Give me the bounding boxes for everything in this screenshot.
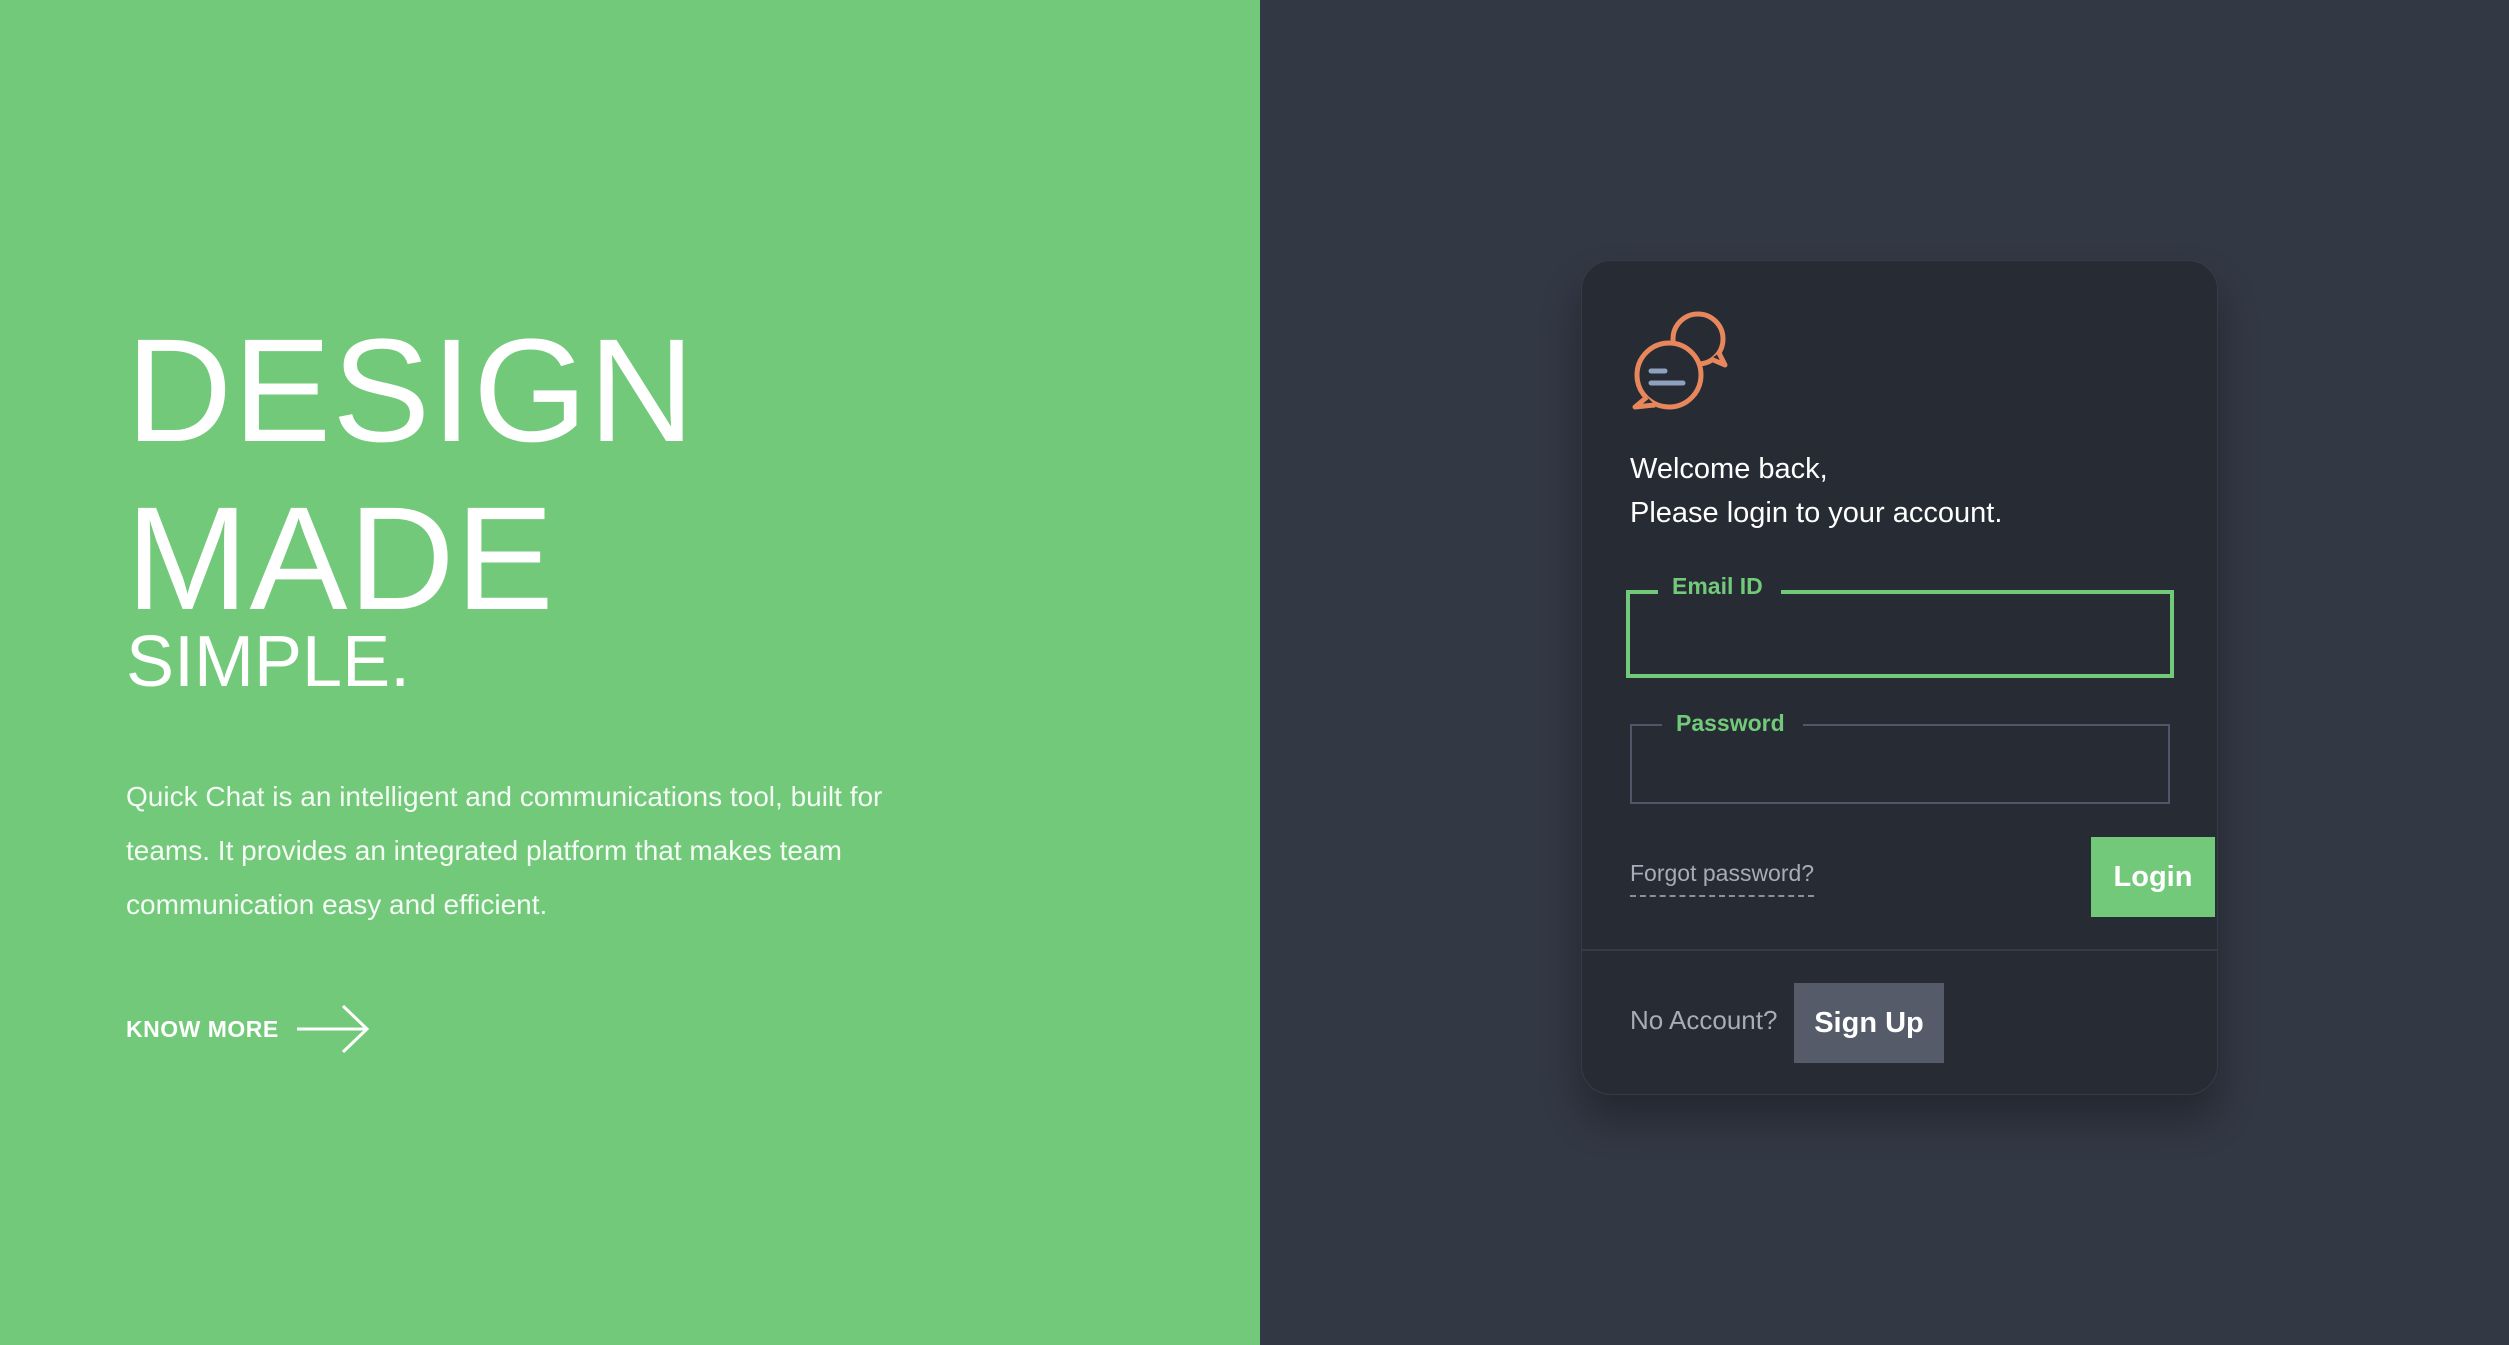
- welcome-message: Welcome back, Please login to your accou…: [1630, 447, 2002, 535]
- login-page: DESIGN MADE SIMPLE. Quick Chat is an int…: [0, 0, 2509, 1345]
- hero-title-line1: DESIGN: [126, 309, 696, 473]
- know-more-link[interactable]: KNOW MORE: [126, 1003, 371, 1055]
- hero-title-line2: MADE: [126, 477, 555, 641]
- password-input[interactable]: [1632, 726, 2168, 802]
- know-more-label: KNOW MORE: [126, 1015, 279, 1042]
- login-card: Welcome back, Please login to your accou…: [1581, 260, 2218, 1095]
- divider: [1582, 949, 2217, 951]
- no-account-label: No Account?: [1630, 1005, 1778, 1035]
- welcome-line2: Please login to your account.: [1630, 497, 2003, 529]
- sign-up-button[interactable]: Sign Up: [1794, 983, 1944, 1063]
- email-field: Email ID: [1626, 570, 2174, 678]
- email-input[interactable]: [1630, 594, 2170, 674]
- login-button[interactable]: Login: [2091, 837, 2215, 917]
- hero-description: Quick Chat is an intelligent and communi…: [126, 781, 883, 920]
- welcome-line1: Welcome back,: [1630, 453, 1828, 485]
- forgot-password-link[interactable]: Forgot password?: [1630, 860, 1815, 897]
- password-field: Password: [1630, 707, 2170, 804]
- login-panel: Welcome back, Please login to your accou…: [1260, 0, 2509, 1345]
- hero-panel: DESIGN MADE SIMPLE. Quick Chat is an int…: [0, 0, 1260, 1345]
- chat-bubbles-icon: [1632, 311, 1728, 410]
- hero-title-line3: SIMPLE.: [126, 622, 411, 702]
- arrow-right-icon: [296, 1004, 369, 1054]
